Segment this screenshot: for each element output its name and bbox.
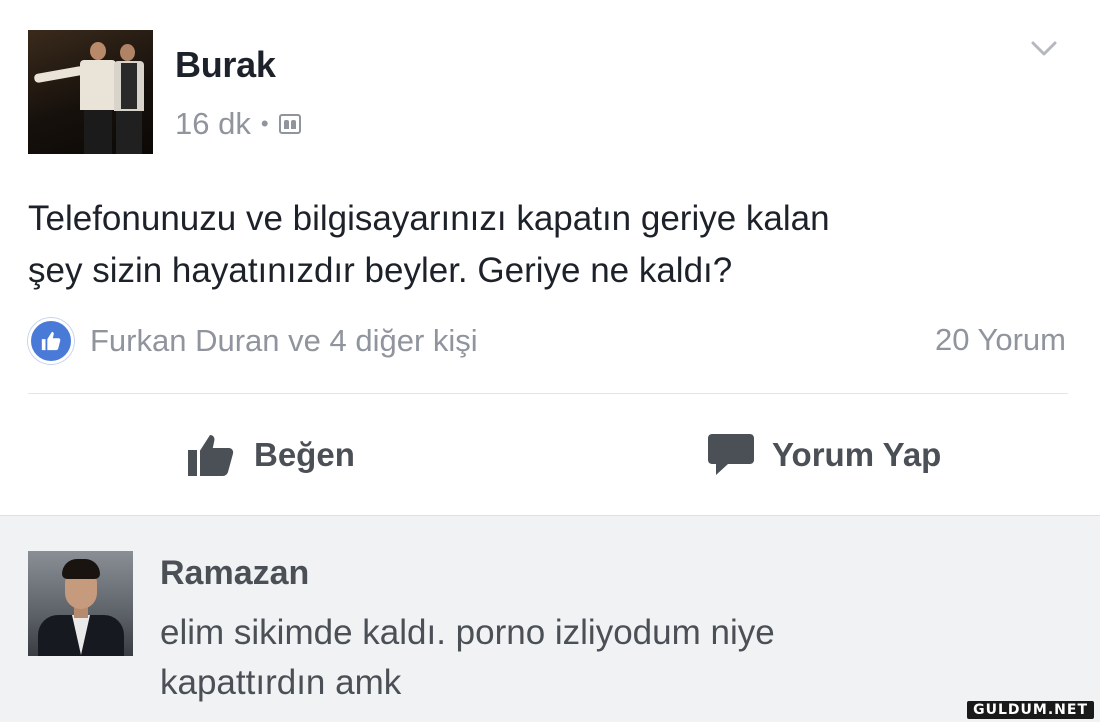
- site-watermark: GULDUM.NET: [967, 701, 1094, 719]
- post-meta: 16 dk •: [175, 106, 301, 142]
- comment-text-line: kapattırdın amk: [160, 663, 402, 702]
- like-button-label: Beğen: [254, 436, 355, 473]
- meta-separator: •: [260, 111, 269, 136]
- reactions-summary[interactable]: Furkan Duran ve 4 diğer kişi: [28, 318, 478, 364]
- post-body: Telefonunuzu ve bilgisayarınızı kapatın …: [28, 193, 1068, 297]
- divider: [28, 393, 1068, 394]
- post-text-line: şey sizin hayatınızdır beyler. Geriye ne…: [28, 251, 733, 290]
- reactions-label[interactable]: Furkan Duran ve 4 diğer kişi: [90, 323, 478, 359]
- post-card: Burak 16 dk • Telefonunuzu ve bilgisayar…: [0, 0, 1100, 515]
- comment-bubble-icon: [708, 434, 754, 475]
- comment-text-line: elim sikimde kaldı. porno izliyodum niye: [160, 613, 775, 652]
- commenter-avatar[interactable]: [28, 551, 133, 656]
- thumbs-up-icon: [188, 435, 234, 476]
- comment-count[interactable]: 20 Yorum: [935, 322, 1066, 358]
- comment-button-label: Yorum Yap: [772, 436, 942, 473]
- post-author-name[interactable]: Burak: [175, 44, 276, 86]
- comment-author-name[interactable]: Ramazan: [160, 554, 309, 593]
- chevron-down-icon[interactable]: [1030, 34, 1058, 62]
- like-button[interactable]: Beğen: [188, 434, 355, 476]
- comments-section: Ramazan elim sikimde kaldı. porno izliyo…: [0, 515, 1100, 722]
- friends-icon: [278, 114, 301, 134]
- author-avatar[interactable]: [28, 30, 153, 154]
- post-text-line: Telefonunuzu ve bilgisayarınızı kapatın …: [28, 199, 830, 238]
- like-reaction-icon: [28, 318, 74, 364]
- comment-button[interactable]: Yorum Yap: [708, 434, 941, 476]
- comment-body: elim sikimde kaldı. porno izliyodum niye…: [160, 608, 1060, 708]
- post-timestamp[interactable]: 16 dk: [175, 106, 251, 142]
